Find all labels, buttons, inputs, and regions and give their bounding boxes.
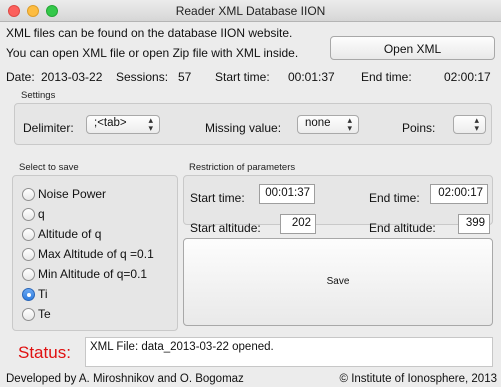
end-time-label: End time: xyxy=(361,70,412,84)
radio-button[interactable] xyxy=(22,248,35,261)
delimiter-select-value: ;<tab> xyxy=(94,117,127,129)
date-value: 2013-03-22 xyxy=(41,70,103,84)
open-xml-button[interactable]: Open XML xyxy=(330,36,495,60)
status-message: XML File: data_2013-03-22 opened. xyxy=(90,341,274,353)
restriction-title: Restriction of parameters xyxy=(189,162,296,173)
radio-button[interactable] xyxy=(22,188,35,201)
footer-credits: Developed by A. Miroshnikov and O. Bogom… xyxy=(6,373,244,385)
status-message-box: XML File: data_2013-03-22 opened. xyxy=(85,337,493,367)
start-altitude-field[interactable]: 202 xyxy=(280,214,316,234)
missing-value-label: Missing value: xyxy=(205,121,282,135)
start-time-value: 00:01:37 xyxy=(288,70,335,84)
radio-button[interactable] xyxy=(22,208,35,221)
start-time-label: Start time: xyxy=(215,70,270,84)
start-altitude-label: Start altitude: xyxy=(190,221,261,235)
sessions-label: Sessions: xyxy=(116,70,169,84)
restriction-start-time-label: Start time: xyxy=(190,191,245,205)
popup-arrows-icon: ▴ ▾ xyxy=(474,115,479,133)
poins-label: Poins: xyxy=(402,121,436,135)
popup-arrows-icon: ▴ ▾ xyxy=(148,115,153,133)
select-to-save-title: Select to save xyxy=(19,162,79,173)
popup-arrows-icon: ▴ ▾ xyxy=(347,115,352,133)
radio-button[interactable] xyxy=(22,268,35,281)
window-title: Reader XML Database IION xyxy=(175,4,326,18)
settings-title: Settings xyxy=(21,90,56,101)
sessions-value: 57 xyxy=(178,70,192,84)
missing-value-select[interactable]: none ▴ ▾ xyxy=(297,115,359,134)
footer-copyright: © Institute of Ionosphere, 2013 xyxy=(339,373,497,385)
settings-group: Delimiter: ;<tab> ▴ ▾ Missing value: none… xyxy=(14,103,492,145)
missing-value-select-value: none xyxy=(305,117,331,129)
title-bar: Reader XML Database IION xyxy=(0,0,501,22)
info-line-1: XML files can be found on the database I… xyxy=(6,26,293,40)
date-label: Date: xyxy=(6,70,35,84)
delimiter-label: Delimiter: xyxy=(23,121,74,135)
radio-button[interactable] xyxy=(22,228,35,241)
info-line-2: You can open XML file or open Zip file w… xyxy=(6,46,299,60)
start-time-field[interactable]: 00:01:37 xyxy=(259,184,315,204)
radio-button-selected[interactable] xyxy=(22,288,35,301)
end-altitude-field[interactable]: 399 xyxy=(458,214,490,234)
restriction-end-time-label: End time: xyxy=(369,191,420,205)
radio-button[interactable] xyxy=(22,308,35,321)
end-time-value: 02:00:17 xyxy=(444,70,491,84)
delimiter-select[interactable]: ;<tab> ▴ ▾ xyxy=(86,115,160,134)
poins-select[interactable]: ▴ ▾ xyxy=(453,115,486,134)
end-altitude-label: End altitude: xyxy=(369,221,436,235)
end-time-field[interactable]: 02:00:17 xyxy=(430,184,488,204)
status-label: Status: xyxy=(18,343,71,362)
save-button[interactable]: Save xyxy=(183,238,493,326)
